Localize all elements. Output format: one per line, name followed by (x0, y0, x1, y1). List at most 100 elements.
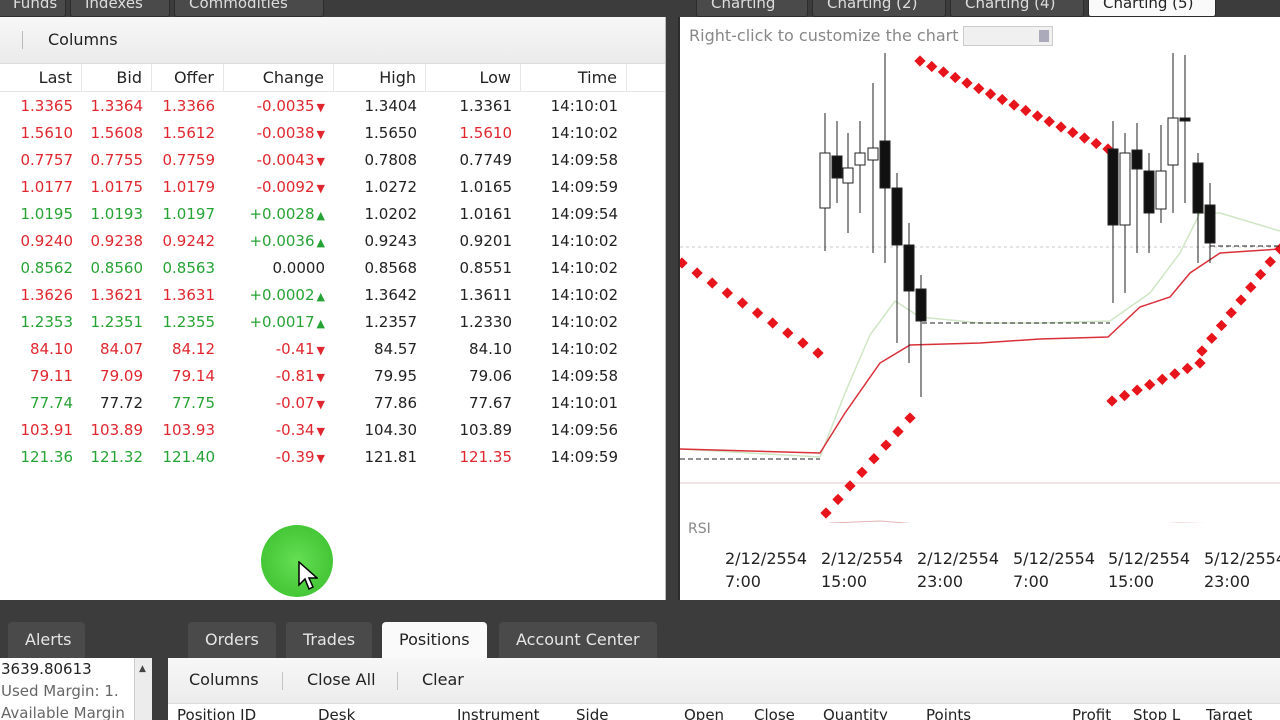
cell-text: +0.0002 (249, 285, 315, 304)
candle-body (842, 167, 854, 184)
table-row[interactable]: 79.11 79.09 79.14 -0.81 ▼ 79.95 79.06 14:09:58 (0, 362, 665, 389)
header-points[interactable]: Points (926, 706, 971, 720)
sar-dot (782, 327, 794, 339)
header-side[interactable]: Side (576, 706, 608, 720)
cell-text: 1.0175 (90, 177, 144, 196)
close-all-button[interactable]: Close All (307, 670, 376, 689)
header-bid[interactable]: Bid (82, 63, 152, 92)
header-low[interactable]: Low (426, 63, 521, 92)
header-offer[interactable]: Offer (152, 63, 224, 92)
cell-text: 121.32 (90, 447, 144, 466)
cell-time: 14:10:02 (521, 313, 627, 331)
table-row[interactable]: 0.7757 0.7755 0.7759 -0.0043 ▼ 0.7808 0.7749 14… (0, 146, 665, 173)
sar-dot (797, 337, 809, 349)
cell-change: +0.0017 ▲ (224, 313, 334, 331)
sar-dot (767, 317, 779, 329)
cell-high: 121.81 (334, 448, 426, 466)
cell-text: 0.9243 (364, 231, 418, 250)
chart-selector[interactable] (963, 26, 1053, 46)
table-row[interactable]: 77.74 77.72 77.75 -0.07 ▼ 77.86 77.67 14:10:01 (0, 389, 665, 416)
cell-time: 14:09:58 (521, 151, 627, 169)
table-row[interactable]: 84.10 84.07 84.12 -0.41 ▼ 84.57 84.10 14:10:02 (0, 335, 665, 362)
cell-time: 14:09:59 (521, 178, 627, 196)
tab-funds[interactable]: Funds (0, 0, 66, 17)
cell-text: -0.0092 (256, 177, 315, 196)
columns-button[interactable]: Columns (48, 30, 118, 49)
header-quantity[interactable]: Quantity (823, 706, 888, 720)
tab-charting-2[interactable]: Charting (2) (812, 0, 946, 17)
tab-account-center[interactable]: Account Center (499, 622, 657, 658)
header-profit[interactable]: Profit (1072, 706, 1111, 720)
cell-text: 77.74 (30, 393, 73, 412)
cell-text: 0.9242 (162, 231, 216, 250)
header-time[interactable]: Time (521, 63, 627, 92)
header-high[interactable]: High (334, 63, 426, 92)
candle-body (1119, 152, 1131, 226)
chart-hint: Right-click to customize the chart (689, 26, 959, 45)
tab-orders[interactable]: Orders (188, 622, 276, 658)
cell-text: 121.40 (162, 447, 216, 466)
tab-charting[interactable]: Charting (696, 0, 808, 17)
chart-selector-knob[interactable] (1039, 30, 1049, 42)
table-row[interactable]: 1.3365 1.3364 1.3366 -0.0035 ▼ 1.3404 1.3361 14… (0, 92, 665, 119)
header-open[interactable]: Open (684, 706, 724, 720)
toolbar-divider (22, 31, 23, 49)
tab-alerts[interactable]: Alerts (8, 622, 85, 658)
cell-text: 84.07 (100, 339, 143, 358)
candle-body (831, 155, 843, 179)
table-row[interactable]: 0.9240 0.9238 0.9242 +0.0036 ▲ 0.9243 0.9201 14… (0, 227, 665, 254)
cell-text: 103.93 (162, 420, 216, 439)
columns-button[interactable]: Columns (189, 670, 259, 689)
cell-text: 0.7755 (90, 150, 144, 169)
cell-bid: 79.09 (82, 367, 152, 385)
table-row[interactable]: 1.0177 1.0175 1.0179 -0.0092 ▼ 1.0272 1.0165 14… (0, 173, 665, 200)
tab-charting-5[interactable]: Charting (5) (1088, 0, 1216, 17)
cell-change: -0.0043 ▼ (224, 151, 334, 169)
header-desk[interactable]: Desk (318, 706, 355, 720)
table-row[interactable]: 121.36 121.32 121.40 -0.39 ▼ 121.81 121.35 14:0… (0, 443, 665, 470)
header-stop-loss[interactable]: Stop L (1133, 706, 1180, 720)
tab-indexes[interactable]: Indexes (70, 0, 170, 17)
header-target[interactable]: Target (1206, 706, 1252, 720)
table-row[interactable]: 1.3626 1.3621 1.3631 +0.0002 ▲ 1.3642 1.3611 14… (0, 281, 665, 308)
candle-body (1107, 148, 1119, 226)
tab-trades[interactable]: Trades (286, 622, 373, 658)
tab-positions[interactable]: Positions (382, 622, 487, 658)
table-row[interactable]: 1.5610 1.5608 1.5612 -0.0038 ▼ 1.5650 1.5610 14… (0, 119, 665, 146)
header-close[interactable]: Close (754, 706, 795, 720)
sar-dot (832, 493, 844, 506)
ma-line-fast (680, 248, 1280, 454)
rsi-line (828, 520, 1206, 523)
scroll-up-icon[interactable]: ▲ (139, 664, 146, 674)
header-change[interactable]: Change (224, 63, 334, 92)
candle-body (903, 244, 915, 292)
candlestick-chart[interactable] (680, 53, 1280, 523)
cell-bid: 1.3364 (82, 97, 152, 115)
table-row[interactable]: 1.2353 1.2351 1.2355 +0.0017 ▲ 1.2357 1.2330 14… (0, 308, 665, 335)
cursor-highlight (261, 525, 333, 597)
sar-dot (1169, 368, 1181, 380)
cell-bid: 84.07 (82, 340, 152, 358)
account-scrollbar[interactable]: ▲ (134, 658, 152, 720)
candle-body (1131, 149, 1143, 170)
table-row[interactable]: 0.8562 0.8560 0.8563 0.0000 0.8568 0.8551 14:1… (0, 254, 665, 281)
cell-text: -0.34 (275, 420, 315, 439)
sar-dot (1131, 384, 1143, 396)
cell-time: 14:10:01 (521, 394, 627, 412)
cell-last: 0.8562 (0, 259, 82, 277)
cell-change: -0.41 ▼ (224, 340, 334, 358)
tab-charting-4[interactable]: Charting (4) (950, 0, 1084, 17)
cell-text: 0.9201 (459, 231, 513, 250)
cell-text: 1.0197 (162, 204, 216, 223)
table-row[interactable]: 1.0195 1.0193 1.0197 +0.0028 ▲ 1.0202 1.0161 14… (0, 200, 665, 227)
header-last[interactable]: Last (0, 63, 82, 92)
parabolic-sar-dots (680, 55, 1280, 519)
cell-text: 1.5612 (162, 123, 216, 142)
clear-button[interactable]: Clear (422, 670, 464, 689)
header-position-id[interactable]: Position ID (177, 706, 256, 720)
table-row[interactable]: 103.91 103.89 103.93 -0.34 ▼ 104.30 103.89 14:0… (0, 416, 665, 443)
cell-offer: 1.3366 (152, 97, 224, 115)
tab-commodities[interactable]: Commodities (174, 0, 324, 17)
header-instrument[interactable]: Instrument (457, 706, 540, 720)
quotes-header-row: Last Bid Offer Change High Low Time (0, 63, 665, 92)
